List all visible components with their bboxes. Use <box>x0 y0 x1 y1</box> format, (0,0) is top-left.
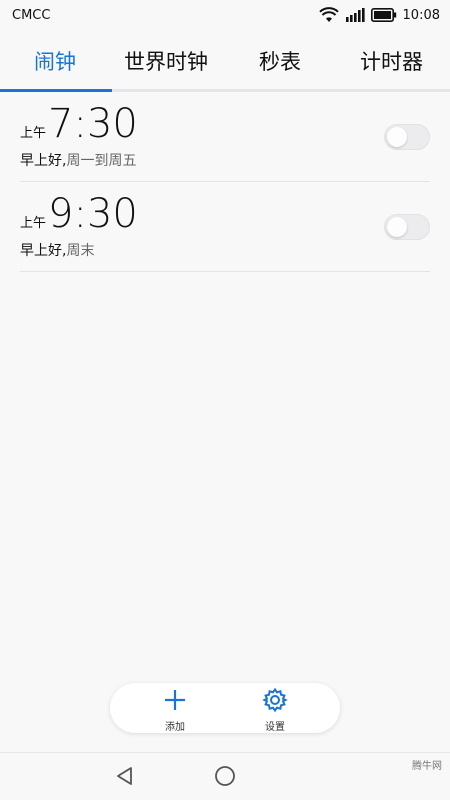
tab-bar: 闹钟 世界时钟 秒表 计时器 <box>0 40 450 92</box>
add-alarm-button[interactable]: 添加 <box>140 687 210 733</box>
alarm-repeat: 周一到周五 <box>66 153 137 169</box>
settings-label: 设置 <box>265 722 285 733</box>
alarm-item[interactable]: 上午 9:30 早上好,周末 <box>20 182 430 272</box>
status-bar: CMCC 10:08 <box>0 0 450 30</box>
tab-world-clock[interactable]: 世界时钟 <box>124 46 208 76</box>
alarm-time-row: 上午 7:30 <box>20 102 138 146</box>
alarm-toggle[interactable] <box>384 124 430 150</box>
tab-timer[interactable]: 计时器 <box>360 46 423 76</box>
alarm-period: 上午 <box>20 126 47 141</box>
clock-time: 10:08 <box>402 7 440 23</box>
alarm-list: 上午 7:30 早上好,周一到周五 上午 9:30 早上好,周末 <box>20 92 430 272</box>
watermark-text: 腾牛网 <box>412 761 442 772</box>
battery-icon <box>370 8 397 22</box>
add-label: 添加 <box>165 722 185 733</box>
tab-stopwatch[interactable]: 秒表 <box>259 46 301 76</box>
alarm-label-row: 早上好,周一到周五 <box>20 150 136 170</box>
tab-alarm[interactable]: 闹钟 <box>34 46 76 76</box>
alarm-period: 上午 <box>20 216 47 231</box>
status-icons: 10:08 <box>318 7 440 23</box>
alarm-name: 早上好 <box>20 243 62 259</box>
alarm-name: 早上好 <box>20 153 62 169</box>
back-triangle-icon[interactable] <box>114 765 136 791</box>
alarm-time-row: 上午 9:30 <box>20 192 138 236</box>
alarm-time: 7:30 <box>48 101 138 147</box>
alarm-item[interactable]: 上午 7:30 早上好,周一到周五 <box>20 92 430 182</box>
carrier-name: CMCC <box>12 7 51 23</box>
signal-icon <box>345 7 365 23</box>
action-bar: 添加 设置 <box>110 683 340 733</box>
toggle-knob <box>387 217 407 237</box>
wifi-icon <box>318 7 339 23</box>
plus-icon <box>162 687 188 717</box>
gear-icon <box>262 687 288 717</box>
alarm-repeat: 周末 <box>66 243 95 259</box>
alarm-time: 9:30 <box>48 191 138 237</box>
toggle-knob <box>387 127 407 147</box>
alarm-label-row: 早上好,周末 <box>20 240 94 260</box>
settings-button[interactable]: 设置 <box>240 687 310 733</box>
alarm-toggle[interactable] <box>384 214 430 240</box>
navigation-bar: 腾牛网 <box>0 752 450 800</box>
home-circle-icon[interactable] <box>214 765 236 791</box>
